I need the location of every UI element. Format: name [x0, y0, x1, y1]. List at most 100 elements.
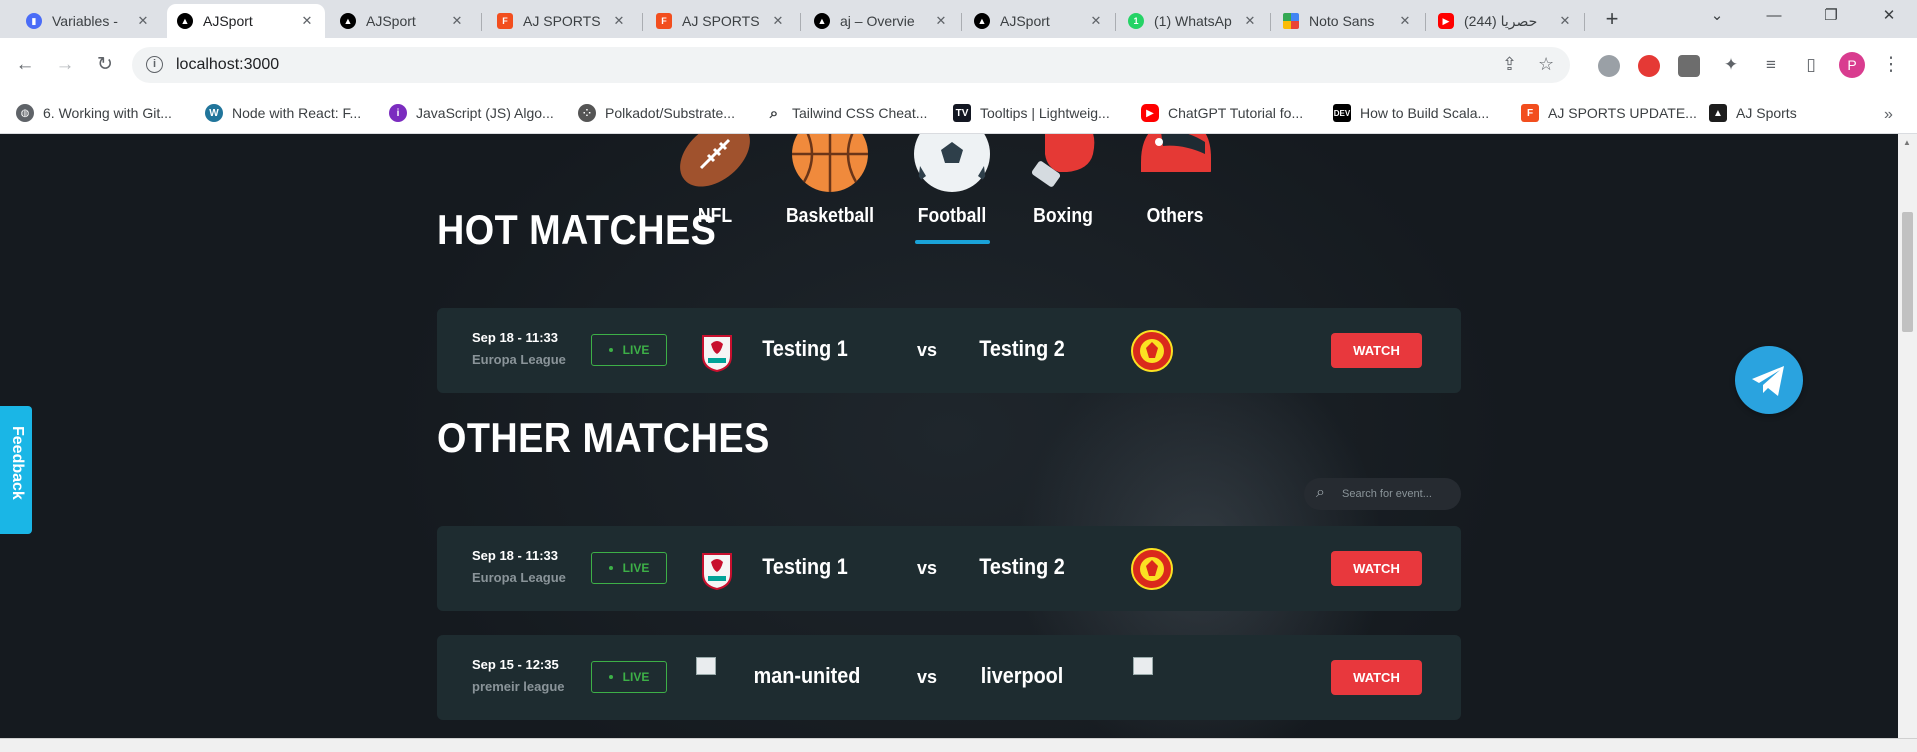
- site-info-icon[interactable]: i: [146, 56, 163, 73]
- tab-search-chevron-icon[interactable]: ⌄: [1694, 0, 1740, 34]
- close-icon[interactable]: ✕: [1242, 13, 1258, 29]
- category-basketball[interactable]: Basketball: [775, 134, 885, 228]
- extension-shield-icon[interactable]: [1638, 55, 1660, 77]
- close-icon[interactable]: ✕: [933, 13, 949, 29]
- away-team-name: Testing 2: [979, 336, 1065, 361]
- live-dot-icon: [608, 348, 613, 352]
- share-icon[interactable]: ⇪: [1502, 54, 1517, 75]
- close-icon[interactable]: ✕: [135, 13, 151, 29]
- man-united-crest-icon: [1131, 548, 1173, 590]
- vercel-icon: ▲: [177, 13, 193, 29]
- vercel-icon: ▲: [1709, 104, 1727, 122]
- extensions-puzzle-icon[interactable]: ✦: [1716, 50, 1746, 80]
- bookmark-item[interactable]: ⁘ Polkadot/Substrate...: [578, 104, 735, 122]
- side-panel-icon[interactable]: ▯: [1796, 50, 1826, 80]
- close-icon[interactable]: ✕: [611, 13, 627, 29]
- forward-arrow-icon[interactable]: →: [50, 50, 80, 80]
- bookmark-label: Tailwind CSS Cheat...: [792, 105, 928, 121]
- category-others[interactable]: Others: [1120, 134, 1230, 228]
- match-card-other-2: Sep 15 - 12:35 premeir league LIVE man-u…: [437, 635, 1461, 720]
- dev-icon: DEV: [1333, 104, 1351, 122]
- vercel-icon: ▲: [974, 13, 990, 29]
- close-icon[interactable]: ✕: [1557, 13, 1573, 29]
- feedback-tab[interactable]: Feedback: [0, 406, 32, 534]
- polkadot-icon: ⁘: [578, 104, 596, 122]
- tab-aj-overview[interactable]: ▲ aj – Overvie ✕: [804, 4, 959, 38]
- search-icon: ⌕: [769, 104, 779, 122]
- basketball-icon: [792, 134, 868, 192]
- tab-ajsport-active[interactable]: ▲ AJSport ✕: [167, 4, 325, 38]
- tab-title: AJSport: [1000, 13, 1050, 29]
- tab-separator: [1115, 13, 1116, 31]
- home-team-name: Testing 1: [762, 554, 848, 579]
- extension-globe-icon[interactable]: [1598, 55, 1620, 77]
- media-queue-icon[interactable]: ≡: [1756, 50, 1786, 80]
- watch-button[interactable]: WATCH: [1331, 551, 1422, 586]
- restore-button[interactable]: ❐: [1808, 0, 1854, 34]
- watch-button[interactable]: WATCH: [1331, 660, 1422, 695]
- close-window-button[interactable]: ✕: [1866, 0, 1912, 34]
- tab-separator: [481, 13, 482, 31]
- close-icon[interactable]: ✕: [770, 13, 786, 29]
- tab-ajsport-3[interactable]: ▲ AJSport ✕: [964, 4, 1114, 38]
- event-search[interactable]: ⌕: [1304, 478, 1461, 510]
- search-input[interactable]: [1342, 485, 1452, 503]
- live-badge: LIVE: [591, 661, 667, 693]
- bookmark-item[interactable]: ▲ AJ Sports: [1709, 104, 1797, 122]
- scrollbar-thumb[interactable]: [1902, 212, 1913, 332]
- category-label: Basketball: [785, 205, 875, 227]
- match-league: premeir league: [472, 679, 565, 694]
- new-tab-button[interactable]: +: [1598, 6, 1626, 34]
- bookmarks-overflow-icon[interactable]: »: [1884, 106, 1893, 124]
- extension-metamask-icon[interactable]: [1678, 55, 1700, 77]
- bookmark-item[interactable]: ◍ 6. Working with Git...: [16, 104, 172, 122]
- category-boxing[interactable]: Boxing: [1008, 134, 1118, 228]
- close-icon[interactable]: ✕: [1397, 13, 1413, 29]
- tab-separator: [1584, 13, 1585, 31]
- telegram-button[interactable]: [1735, 346, 1803, 414]
- boxing-glove-icon: [1031, 134, 1095, 187]
- bookmark-star-icon[interactable]: ☆: [1538, 54, 1554, 75]
- youtube-icon: ▶: [1141, 104, 1159, 122]
- match-card-other-1: Sep 18 - 11:33 Europa League LIVE Testin…: [437, 526, 1461, 611]
- page-scrollbar[interactable]: ▲: [1898, 134, 1917, 738]
- broken-image-icon: [696, 657, 716, 675]
- back-arrow-icon[interactable]: ←: [10, 50, 40, 80]
- tab-aj-sports-figma[interactable]: F AJ SPORTS ✕: [487, 4, 637, 38]
- tab-aj-sports-figma-2[interactable]: F AJ SPORTS ✕: [646, 4, 796, 38]
- category-football[interactable]: Football: [897, 134, 1007, 228]
- bookmark-item[interactable]: DEV How to Build Scala...: [1333, 104, 1489, 122]
- close-icon[interactable]: ✕: [1088, 13, 1104, 29]
- match-date: Sep 18 - 11:33: [472, 548, 558, 563]
- tab-title: (1) WhatsAp: [1154, 13, 1232, 29]
- vercel-icon: ▲: [340, 13, 356, 29]
- bookmark-item[interactable]: W Node with React: F...: [205, 104, 361, 122]
- page-viewport: NFL Basketball Football Boxing Others HO…: [0, 134, 1898, 738]
- tab-variables[interactable]: ▮ Variables - ✕: [16, 4, 161, 38]
- menu-kebab-icon[interactable]: ⋮: [1876, 50, 1906, 80]
- bookmark-item[interactable]: ⌕ Tailwind CSS Cheat...: [765, 104, 928, 122]
- bookmark-item[interactable]: F AJ SPORTS UPDATE...: [1521, 104, 1697, 122]
- tab-ajsport[interactable]: ▲ AJSport ✕: [330, 4, 475, 38]
- tab-title: AJ SPORTS: [682, 13, 760, 29]
- tab-whatsapp[interactable]: 1 (1) WhatsAp ✕: [1118, 4, 1268, 38]
- close-icon[interactable]: ✕: [449, 13, 465, 29]
- tab-separator: [642, 13, 643, 31]
- close-icon[interactable]: ✕: [299, 13, 315, 29]
- bookmark-item[interactable]: TV Tooltips | Lightweig...: [953, 104, 1110, 122]
- address-bar[interactable]: i localhost:3000 ⇪ ☆: [132, 47, 1570, 83]
- live-badge: LIVE: [591, 334, 667, 366]
- minimize-button[interactable]: —: [1751, 0, 1797, 34]
- tradingview-icon: TV: [953, 104, 971, 122]
- match-card-hot-1: Sep 18 - 11:33 Europa League LIVE Testin…: [437, 308, 1461, 393]
- tab-youtube[interactable]: ▶ (244) حصريا ✕: [1428, 4, 1583, 38]
- watch-button[interactable]: WATCH: [1331, 333, 1422, 368]
- scroll-up-icon[interactable]: ▲: [1903, 138, 1911, 147]
- reload-icon[interactable]: ↻: [90, 50, 120, 80]
- bookmark-item[interactable]: i JavaScript (JS) Algo...: [389, 104, 554, 122]
- profile-avatar[interactable]: P: [1839, 52, 1865, 78]
- url-text[interactable]: localhost:3000: [176, 56, 279, 74]
- match-date: Sep 18 - 11:33: [472, 330, 558, 345]
- bookmark-item[interactable]: ▶ ChatGPT Tutorial fo...: [1141, 104, 1303, 122]
- tab-noto-sans[interactable]: Noto Sans ✕: [1273, 4, 1423, 38]
